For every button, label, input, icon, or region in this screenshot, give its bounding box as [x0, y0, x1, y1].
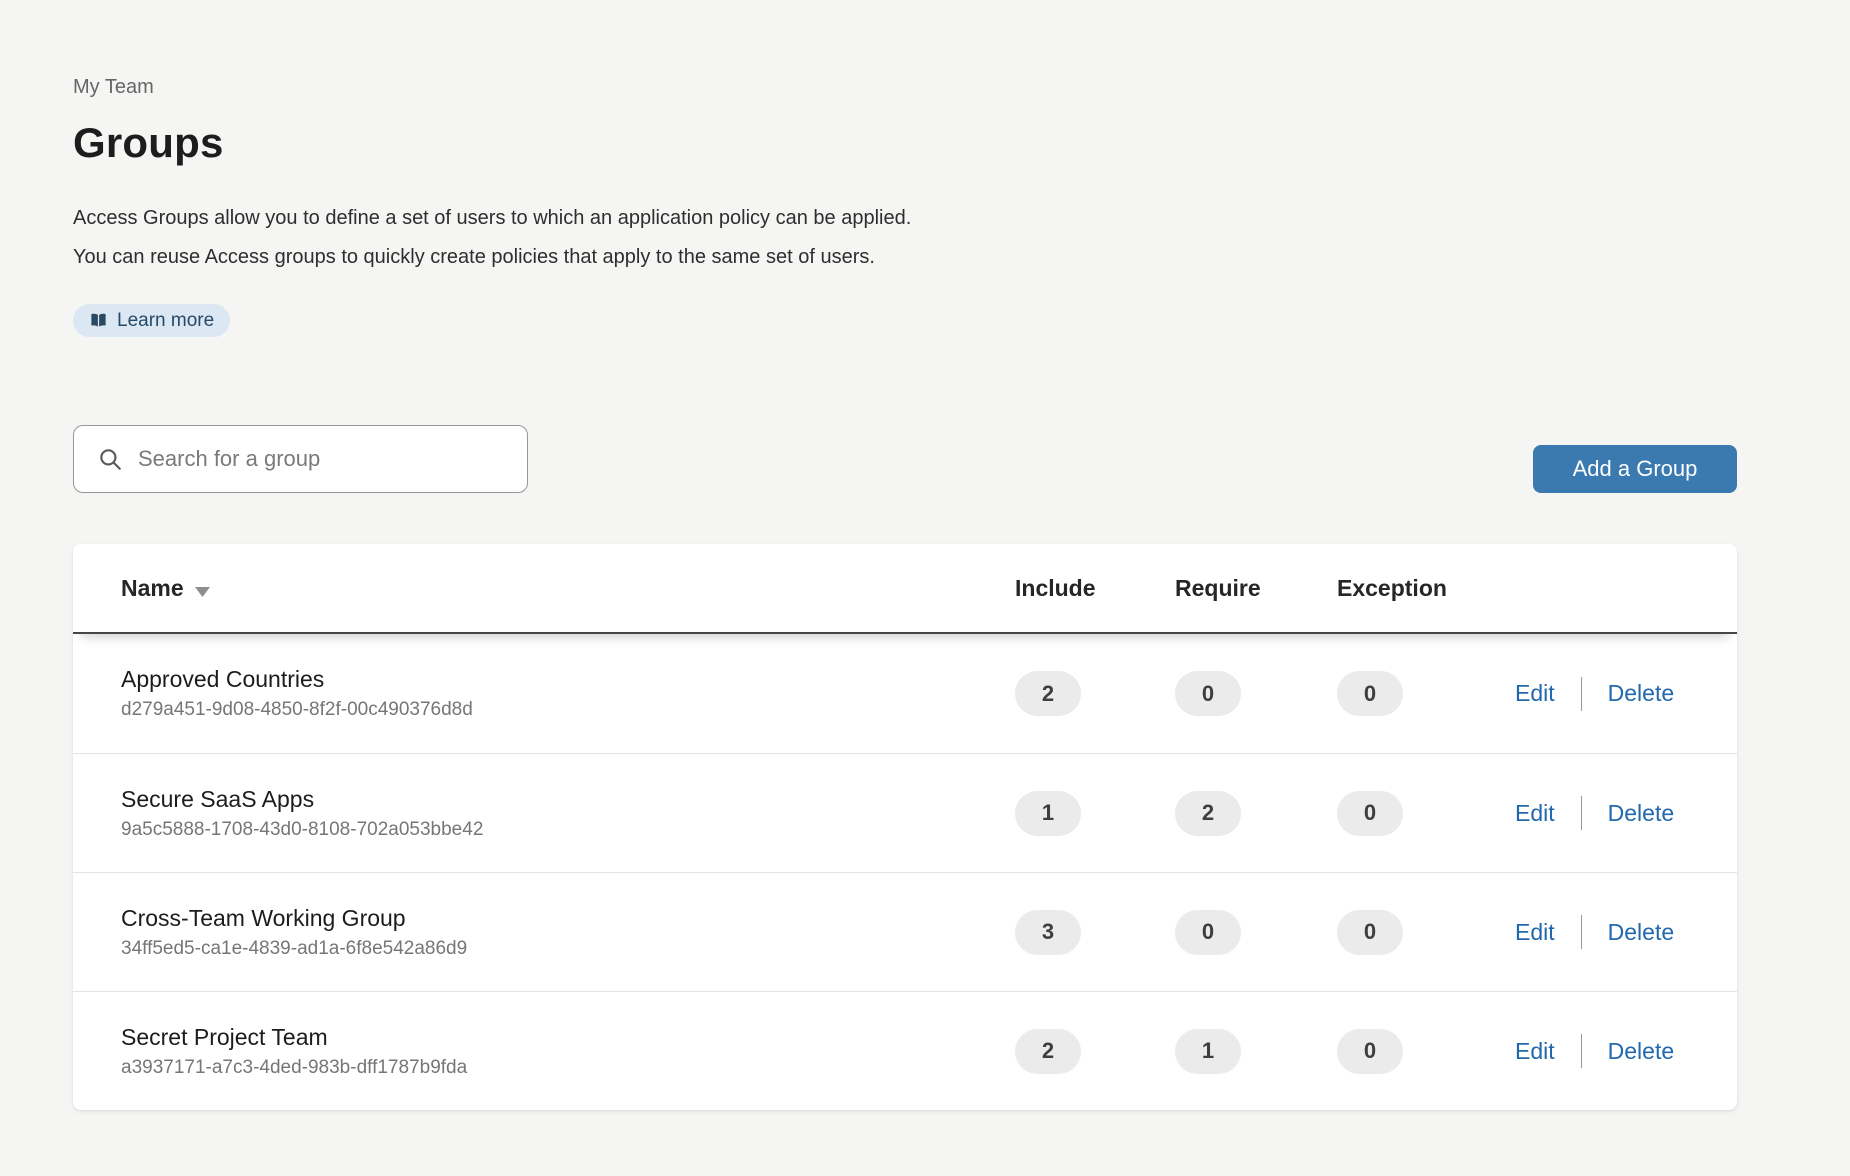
row-actions: Edit Delete: [1515, 1034, 1737, 1068]
edit-link[interactable]: Edit: [1515, 919, 1555, 946]
row-actions: Edit Delete: [1515, 796, 1737, 830]
table-header-row: Name Include Require Exception: [73, 544, 1737, 634]
action-divider: [1581, 915, 1582, 949]
toolbar: Add a Group: [73, 425, 1737, 493]
search-box: [73, 425, 528, 493]
group-name-cell: Secret Project Team a3937171-a7c3-4ded-9…: [73, 1023, 1015, 1080]
book-icon: [89, 311, 108, 330]
include-count-badge: 1: [1015, 791, 1081, 836]
exception-cell: 0: [1337, 1029, 1515, 1074]
include-count-badge: 3: [1015, 910, 1081, 955]
require-cell: 2: [1175, 791, 1337, 836]
exception-count-badge: 0: [1337, 671, 1403, 716]
table-row: Cross-Team Working Group 34ff5ed5-ca1e-4…: [73, 872, 1737, 991]
delete-link[interactable]: Delete: [1608, 1038, 1674, 1065]
table-row: Approved Countries d279a451-9d08-4850-8f…: [73, 634, 1737, 753]
action-divider: [1581, 1034, 1582, 1068]
column-header-exception: Exception: [1337, 575, 1515, 602]
exception-count-badge: 0: [1337, 791, 1403, 836]
include-count-badge: 2: [1015, 671, 1081, 716]
group-name-cell: Cross-Team Working Group 34ff5ed5-ca1e-4…: [73, 904, 1015, 961]
row-actions: Edit Delete: [1515, 915, 1737, 949]
page-description: Access Groups allow you to define a set …: [73, 199, 1737, 277]
learn-more-label: Learn more: [117, 310, 214, 332]
column-header-require: Require: [1175, 575, 1337, 602]
description-line-1: Access Groups allow you to define a set …: [73, 199, 1737, 238]
include-count-badge: 2: [1015, 1029, 1081, 1074]
groups-table-card: Name Include Require Exception Approved …: [73, 544, 1737, 1110]
column-header-include: Include: [1015, 575, 1175, 602]
exception-cell: 0: [1337, 791, 1515, 836]
column-header-name[interactable]: Name: [73, 573, 1015, 603]
group-id: d279a451-9d08-4850-8f2f-00c490376d8d: [121, 698, 1015, 722]
page-title: Groups: [73, 117, 1737, 169]
exception-cell: 0: [1337, 910, 1515, 955]
exception-count-badge: 0: [1337, 1029, 1403, 1074]
row-actions: Edit Delete: [1515, 677, 1737, 711]
require-count-badge: 1: [1175, 1029, 1241, 1074]
sort-descending-icon[interactable]: [195, 576, 210, 603]
edit-link[interactable]: Edit: [1515, 680, 1555, 707]
action-divider: [1581, 677, 1582, 711]
action-divider: [1581, 796, 1582, 830]
table-row: Secret Project Team a3937171-a7c3-4ded-9…: [73, 991, 1737, 1110]
edit-link[interactable]: Edit: [1515, 800, 1555, 827]
require-cell: 0: [1175, 671, 1337, 716]
main-content: My Team Groups Access Groups allow you t…: [73, 0, 1737, 1110]
include-cell: 2: [1015, 1029, 1175, 1074]
group-name-cell: Approved Countries d279a451-9d08-4850-8f…: [73, 665, 1015, 722]
group-name: Secure SaaS Apps: [121, 785, 1015, 813]
description-line-2: You can reuse Access groups to quickly c…: [73, 238, 1737, 277]
require-count-badge: 0: [1175, 910, 1241, 955]
delete-link[interactable]: Delete: [1608, 919, 1674, 946]
group-name-cell: Secure SaaS Apps 9a5c5888-1708-43d0-8108…: [73, 785, 1015, 842]
require-count-badge: 2: [1175, 791, 1241, 836]
edit-link[interactable]: Edit: [1515, 1038, 1555, 1065]
table-body: Approved Countries d279a451-9d08-4850-8f…: [73, 634, 1737, 1110]
exception-cell: 0: [1337, 671, 1515, 716]
learn-more-button[interactable]: Learn more: [73, 304, 230, 337]
group-id: 9a5c5888-1708-43d0-8108-702a053bbe42: [121, 818, 1015, 842]
name-header-label: Name: [121, 575, 184, 602]
require-cell: 0: [1175, 910, 1337, 955]
require-count-badge: 0: [1175, 671, 1241, 716]
group-name: Cross-Team Working Group: [121, 904, 1015, 932]
exception-count-badge: 0: [1337, 910, 1403, 955]
group-name: Approved Countries: [121, 665, 1015, 693]
group-id: 34ff5ed5-ca1e-4839-ad1a-6f8e542a86d9: [121, 937, 1015, 961]
include-cell: 3: [1015, 910, 1175, 955]
include-cell: 1: [1015, 791, 1175, 836]
group-name: Secret Project Team: [121, 1023, 1015, 1051]
search-input[interactable]: [73, 425, 528, 493]
delete-link[interactable]: Delete: [1608, 800, 1674, 827]
breadcrumb: My Team: [73, 74, 1737, 100]
table-row: Secure SaaS Apps 9a5c5888-1708-43d0-8108…: [73, 753, 1737, 872]
include-cell: 2: [1015, 671, 1175, 716]
group-id: a3937171-a7c3-4ded-983b-dff1787b9fda: [121, 1056, 1015, 1080]
delete-link[interactable]: Delete: [1608, 680, 1674, 707]
require-cell: 1: [1175, 1029, 1337, 1074]
add-group-button[interactable]: Add a Group: [1533, 445, 1737, 493]
